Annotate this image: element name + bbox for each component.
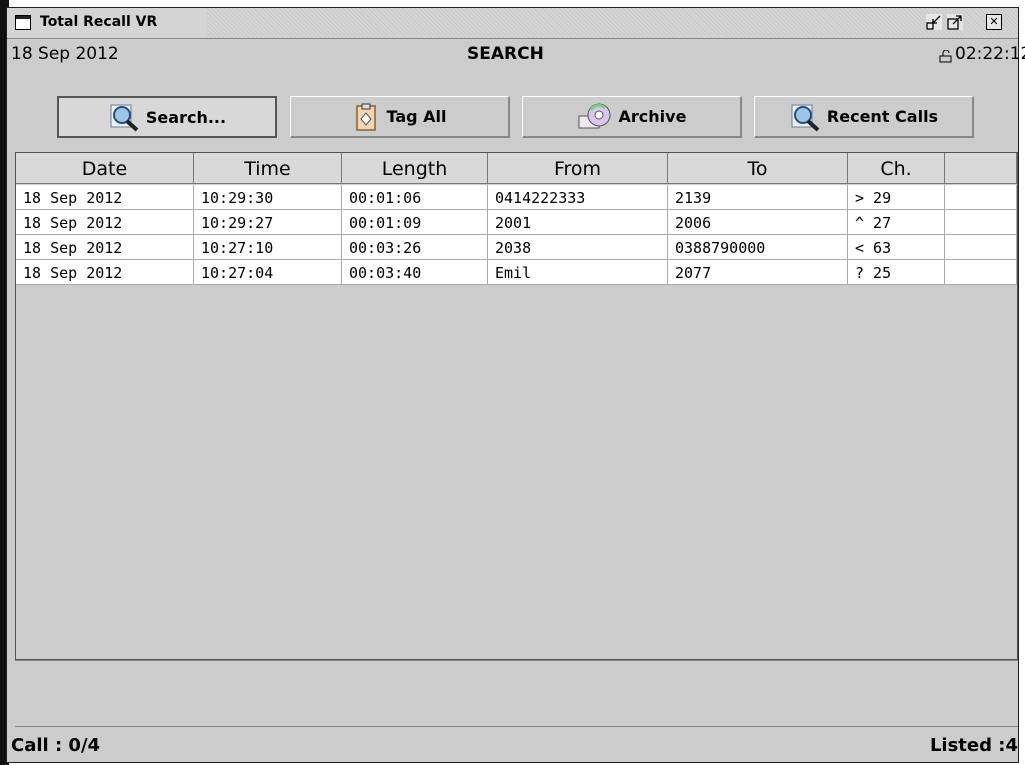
cell-channel: ^ 27: [848, 210, 945, 234]
table-row[interactable]: 18 Sep 2012 10:29:30 00:01:06 0414222333…: [16, 185, 1017, 210]
magnifier-icon: [110, 104, 139, 132]
cell-extra: [945, 260, 1017, 284]
listed-count: Listed :4: [929, 735, 1018, 756]
cell-extra: [945, 235, 1017, 259]
app-window: Total Recall VR ✕ 18 Sep 2012 SEARCH 02:…: [6, 7, 1025, 763]
cell-to: 2006: [668, 210, 848, 234]
call-counter: Call : 0/4: [11, 735, 101, 756]
column-header-length[interactable]: Length: [342, 153, 488, 184]
recent-calls-button-label: Recent Calls: [826, 107, 939, 126]
cell-length: 00:03:40: [342, 260, 488, 284]
column-header-channel[interactable]: Ch.: [848, 153, 945, 184]
archive-button-label: Archive: [618, 107, 687, 126]
status-bar: Call : 0/4 Listed :4: [7, 729, 1018, 762]
cell-length: 00:01:06: [342, 185, 488, 209]
cell-date: 18 Sep 2012: [16, 235, 194, 259]
details-pane: [15, 660, 1018, 727]
cell-time: 10:27:04: [194, 260, 342, 284]
cell-length: 00:03:26: [342, 235, 488, 259]
table-header: Date Time Length From To Ch.: [16, 153, 1017, 186]
cell-extra: [945, 185, 1017, 209]
current-time: 02:22:12: [955, 44, 1025, 64]
window-title: Total Recall VR: [40, 14, 158, 30]
column-header-to[interactable]: To: [668, 153, 848, 184]
cell-channel: ? 25: [848, 260, 945, 284]
cell-to: 2077: [668, 260, 848, 284]
cell-channel: > 29: [848, 185, 945, 209]
tag-all-button[interactable]: Tag All: [290, 96, 510, 138]
window-icon[interactable]: [15, 15, 31, 30]
cell-from: 2001: [488, 210, 668, 234]
table-row[interactable]: 18 Sep 2012 10:29:27 00:01:09 2001 2006 …: [16, 210, 1017, 235]
minimize-icon[interactable]: [926, 14, 942, 30]
page-title: SEARCH: [467, 44, 544, 64]
cell-date: 18 Sep 2012: [16, 185, 194, 209]
archive-button[interactable]: Archive: [522, 96, 742, 138]
cell-from: 0414222333: [488, 185, 668, 209]
cell-from: 2038: [488, 235, 668, 259]
cell-extra: [945, 210, 1017, 234]
current-date: 18 Sep 2012: [11, 44, 119, 64]
cell-time: 10:27:10: [194, 235, 342, 259]
cell-to: 2139: [668, 185, 848, 209]
lock-icon: [939, 48, 953, 63]
cell-date: 18 Sep 2012: [16, 210, 194, 234]
maximize-icon[interactable]: [947, 14, 963, 30]
column-header-date[interactable]: Date: [16, 153, 194, 184]
cell-date: 18 Sep 2012: [16, 260, 194, 284]
title-bar[interactable]: Total Recall VR ✕: [7, 8, 1018, 39]
column-header-from[interactable]: From: [488, 153, 668, 184]
search-button-label: Search...: [145, 107, 227, 127]
column-header-time[interactable]: Time: [194, 153, 342, 184]
table-row[interactable]: 18 Sep 2012 10:27:10 00:03:26 2038 03887…: [16, 235, 1017, 260]
table-row[interactable]: 18 Sep 2012 10:27:04 00:03:40 Emil 2077 …: [16, 260, 1017, 285]
cell-time: 10:29:30: [194, 185, 342, 209]
cell-time: 10:29:27: [194, 210, 342, 234]
tag-all-button-label: Tag All: [386, 107, 447, 126]
table-body: 18 Sep 2012 10:29:30 00:01:06 0414222333…: [16, 185, 1017, 285]
cell-to: 0388790000: [668, 235, 848, 259]
recent-calls-button[interactable]: Recent Calls: [754, 96, 974, 138]
disc-archive-icon: [578, 103, 611, 128]
calls-table: Date Time Length From To Ch. 18 Sep 2012…: [15, 152, 1018, 660]
magnifier-icon: [791, 104, 820, 131]
clipboard-icon: [356, 103, 377, 131]
column-header-extra[interactable]: [945, 153, 1017, 184]
toolbar: Search... Tag All Archive Recent Calls: [7, 68, 1018, 156]
info-bar: 18 Sep 2012 SEARCH 02:22:12: [7, 39, 1025, 69]
search-button[interactable]: Search...: [57, 96, 277, 138]
cell-length: 00:01:09: [342, 210, 488, 234]
close-icon[interactable]: ✕: [986, 14, 1002, 30]
cell-channel: < 63: [848, 235, 945, 259]
cell-from: Emil: [488, 260, 668, 284]
